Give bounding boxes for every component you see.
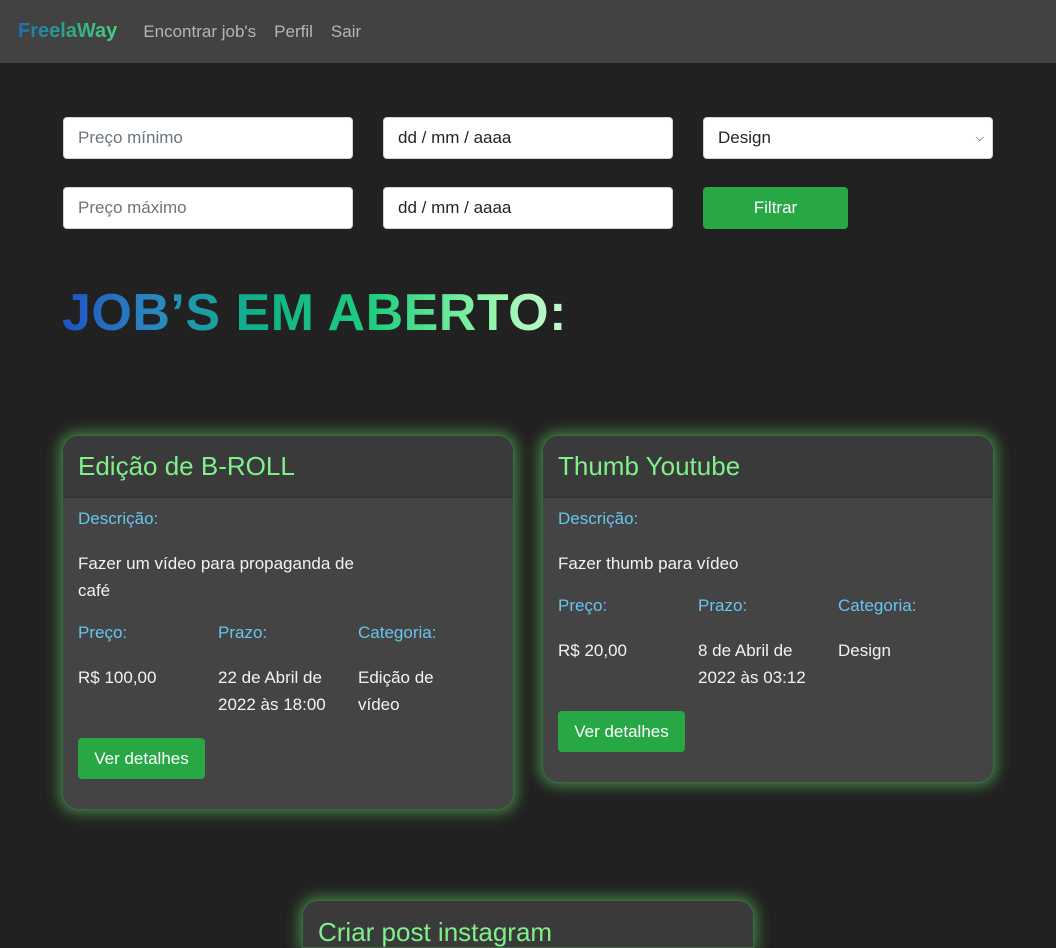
job-title: Edição de B-ROLL <box>78 451 295 481</box>
start-date-input[interactable]: dd / mm / aaaa <box>383 117 673 159</box>
page-title: JOB’S EM ABERTO: <box>62 284 567 342</box>
job-deadline: 8 de Abril de 2022 às 03:12 <box>698 641 806 687</box>
navbar: FreelaWay Encontrar job's Perfil Sair <box>0 0 1056 63</box>
deadline-label: Prazo: <box>698 596 748 615</box>
price-label: Preço: <box>78 623 128 642</box>
view-details-button[interactable]: Ver detalhes <box>558 711 685 752</box>
category-label: Categoria: <box>358 623 437 642</box>
job-price: R$ 100,00 <box>78 668 157 687</box>
job-card-header: Thumb Youtube <box>543 436 993 498</box>
job-title: Thumb Youtube <box>558 451 741 481</box>
description-label: Descrição: <box>558 509 639 528</box>
job-card: Edição de B-ROLL Descrição: Fazer um víd… <box>62 435 514 810</box>
category-selected-value: Design <box>718 128 771 147</box>
deadline-label: Prazo: <box>218 623 268 642</box>
price-label: Preço: <box>558 596 608 615</box>
max-price-placeholder: Preço máximo <box>78 198 187 217</box>
job-category: Edição de vídeo <box>358 668 434 714</box>
brand-logo[interactable]: FreelaWay <box>18 20 117 43</box>
filter-button[interactable]: Filtrar <box>703 187 848 229</box>
job-deadline: 22 de Abril de 2022 às 18:00 <box>218 668 326 714</box>
description-label: Descrição: <box>78 509 159 528</box>
nav-link-find-jobs[interactable]: Encontrar job's <box>143 22 256 42</box>
job-category: Design <box>838 641 891 660</box>
start-date-value: dd / mm / aaaa <box>398 128 512 147</box>
job-title: Criar post instagram <box>318 917 553 947</box>
max-price-input[interactable]: Preço máximo <box>63 187 353 229</box>
view-details-button[interactable]: Ver detalhes <box>78 738 205 779</box>
chevron-down-icon: ⌵ <box>975 131 984 144</box>
category-label: Categoria: <box>838 596 917 615</box>
job-description: Fazer um vídeo para propaganda de café <box>78 554 354 600</box>
end-date-value: dd / mm / aaaa <box>398 198 512 217</box>
nav-link-profile[interactable]: Perfil <box>274 22 313 42</box>
job-description: Fazer thumb para vídeo <box>558 554 739 573</box>
job-card: Criar post instagram <box>302 900 754 948</box>
job-price: R$ 20,00 <box>558 641 627 660</box>
min-price-placeholder: Preço mínimo <box>78 128 183 147</box>
category-select[interactable]: Design ⌵ <box>703 117 993 159</box>
end-date-input[interactable]: dd / mm / aaaa <box>383 187 673 229</box>
min-price-input[interactable]: Preço mínimo <box>63 117 353 159</box>
nav-link-logout[interactable]: Sair <box>331 22 361 42</box>
job-card: Thumb Youtube Descrição: Fazer thumb par… <box>542 435 994 783</box>
job-card-header: Criar post instagram <box>303 901 753 947</box>
job-card-header: Edição de B-ROLL <box>63 436 513 498</box>
